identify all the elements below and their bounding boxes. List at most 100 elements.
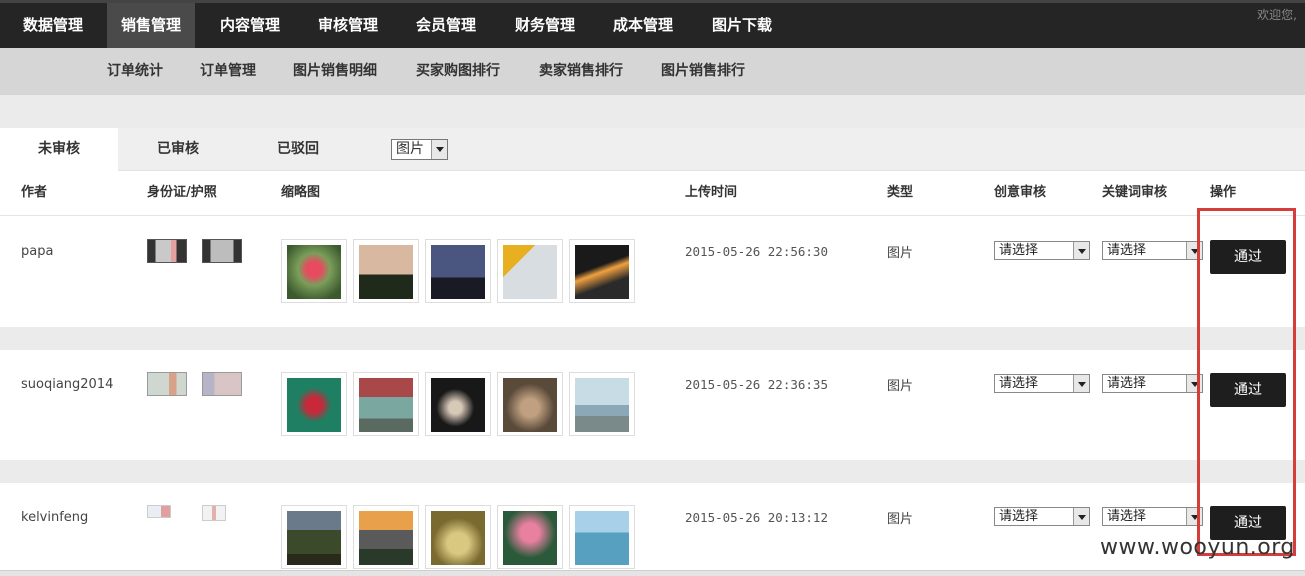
author-name: kelvinfeng — [21, 510, 89, 525]
select-value: 请选择 — [1107, 509, 1147, 524]
keyword-review-select[interactable]: 请选择 — [1102, 507, 1203, 526]
type-filter-select[interactable]: 图片 — [391, 139, 448, 160]
spacer-band — [0, 95, 1305, 128]
select-value: 请选择 — [1107, 243, 1147, 258]
photo-dandelion — [287, 245, 341, 299]
upload-time: 2015-05-26 20:13:12 — [685, 510, 828, 525]
author-name: papa — [21, 244, 54, 259]
id-card-image[interactable] — [202, 239, 242, 263]
photo-mountain-town — [287, 511, 341, 565]
table-header: 作者 身份证/护照 缩略图 上传时间 类型 创意审核 关键词审核 操作 — [0, 172, 1305, 216]
chevron-down-icon — [431, 140, 447, 159]
thumbnail[interactable] — [353, 372, 419, 436]
thumbnail[interactable] — [569, 239, 635, 303]
select-value: 请选择 — [1107, 376, 1147, 391]
content-type: 图片 — [887, 379, 914, 394]
nav-review-management[interactable]: 审核管理 — [302, 3, 394, 48]
creative-review-select[interactable]: 请选择 — [994, 241, 1090, 260]
header-creative-review: 创意审核 — [994, 185, 1047, 200]
photo-elderly-man — [359, 378, 413, 432]
horizontal-scrollbar[interactable] — [0, 570, 1305, 576]
tab-reviewed[interactable]: 已审核 — [118, 128, 238, 171]
photo-cat — [503, 378, 557, 432]
keyword-review-select[interactable]: 请选择 — [1102, 374, 1203, 393]
thumbnail[interactable] — [497, 505, 563, 569]
subnav-buyer-ranking[interactable]: 买家购图排行 — [416, 48, 500, 95]
keyword-review-select[interactable]: 请选择 — [1102, 241, 1203, 260]
welcome-text: 欢迎您, — [1257, 8, 1297, 22]
thumbnail[interactable] — [353, 505, 419, 569]
select-value: 请选择 — [999, 509, 1039, 524]
id-card-image[interactable] — [202, 372, 242, 396]
highlight-annotation-box — [1197, 208, 1296, 556]
nav-data-management[interactable]: 数据管理 — [7, 3, 99, 48]
table-row: suoqiang2014 2015-05-26 22:36:35 图片 请选择 … — [0, 350, 1305, 460]
select-value: 请选择 — [999, 376, 1039, 391]
nav-member-management[interactable]: 会员管理 — [400, 3, 492, 48]
select-value: 请选择 — [999, 243, 1039, 258]
photo-dancers — [287, 378, 341, 432]
nav-finance-management[interactable]: 财务管理 — [499, 3, 591, 48]
subnav-image-sales-ranking[interactable]: 图片销售排行 — [661, 48, 745, 95]
photo-dusk-sky — [431, 245, 485, 299]
photo-lake — [575, 511, 629, 565]
photo-sunset-village — [359, 511, 413, 565]
sub-navigation: 订单统计 订单管理 图片销售明细 买家购图排行 卖家销售排行 图片销售排行 — [0, 48, 1305, 95]
subnav-seller-ranking[interactable]: 卖家销售排行 — [539, 48, 623, 95]
nav-image-download[interactable]: 图片下载 — [696, 3, 788, 48]
nav-sales-management[interactable]: 销售管理 — [107, 3, 195, 48]
watermark-text: www.wooyun.org — [1100, 535, 1295, 560]
photo-lotus-flower — [503, 511, 557, 565]
tab-unreviewed[interactable]: 未审核 — [0, 128, 118, 171]
nav-content-management[interactable]: 内容管理 — [204, 3, 296, 48]
thumbnail[interactable] — [281, 505, 347, 569]
row-separator — [0, 460, 1305, 483]
nav-cost-management[interactable]: 成本管理 — [597, 3, 689, 48]
id-card-image[interactable] — [147, 372, 187, 396]
header-id-passport: 身份证/护照 — [147, 185, 217, 200]
creative-review-select[interactable]: 请选择 — [994, 507, 1090, 526]
creative-review-select[interactable]: 请选择 — [994, 374, 1090, 393]
table-row: papa 2015-05-26 22:56:30 图片 请选择 请选择 通过 — [0, 217, 1305, 327]
header-author: 作者 — [21, 185, 48, 200]
thumbnail[interactable] — [569, 505, 635, 569]
thumbnail[interactable] — [569, 372, 635, 436]
id-card-image[interactable] — [147, 505, 171, 518]
thumbnail[interactable] — [281, 372, 347, 436]
subnav-order-management[interactable]: 订单管理 — [200, 48, 256, 95]
header-thumbnails: 缩略图 — [281, 185, 321, 200]
row-separator — [0, 327, 1305, 350]
photo-lotus-leaves — [431, 511, 485, 565]
header-type: 类型 — [887, 185, 914, 200]
upload-time: 2015-05-26 22:36:35 — [685, 377, 828, 392]
photo-night-dancers — [431, 378, 485, 432]
content-type: 图片 — [887, 246, 914, 261]
thumbnail[interactable] — [353, 239, 419, 303]
content-type: 图片 — [887, 512, 914, 527]
thumbnail[interactable] — [497, 239, 563, 303]
chevron-down-icon — [1073, 242, 1089, 259]
subnav-image-sales-detail[interactable]: 图片销售明细 — [293, 48, 377, 95]
chevron-down-icon — [1073, 375, 1089, 392]
thumbnail[interactable] — [425, 505, 491, 569]
photo-children-rain — [575, 378, 629, 432]
thumbnail[interactable] — [497, 372, 563, 436]
header-upload-time: 上传时间 — [685, 185, 738, 200]
thumbnail[interactable] — [281, 239, 347, 303]
tab-rejected[interactable]: 已驳回 — [238, 128, 358, 171]
review-tabs: 未审核 已审核 已驳回 — [0, 128, 1305, 171]
id-card-image[interactable] — [202, 505, 226, 521]
subnav-order-stats[interactable]: 订单统计 — [107, 48, 163, 95]
header-keyword-review: 关键词审核 — [1102, 185, 1168, 200]
photo-trees — [359, 245, 413, 299]
type-filter-value: 图片 — [396, 141, 424, 157]
thumbnail[interactable] — [425, 239, 491, 303]
upload-time: 2015-05-26 22:56:30 — [685, 244, 828, 259]
photo-street-sign — [503, 245, 557, 299]
chevron-down-icon — [1073, 508, 1089, 525]
thumbnail[interactable] — [425, 372, 491, 436]
photo-night-road — [575, 245, 629, 299]
top-navigation: 数据管理 销售管理 内容管理 审核管理 会员管理 财务管理 成本管理 图片下载 … — [0, 0, 1305, 48]
id-card-image[interactable] — [147, 239, 187, 263]
author-name: suoqiang2014 — [21, 377, 114, 392]
